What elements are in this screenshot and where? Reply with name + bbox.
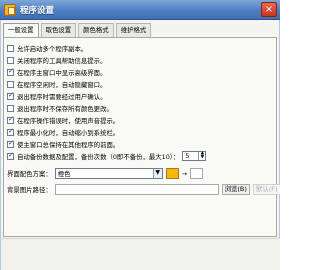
chevron-down-icon[interactable]: ▼ — [152, 169, 162, 178]
checkbox-icon[interactable] — [7, 104, 14, 112]
option-label: 允许启动多个程序副本。 — [17, 44, 88, 53]
default-button[interactable]: 默认(F) — [252, 184, 280, 195]
option-label: 程序最小化时，自动缩小到系统栏。 — [17, 128, 120, 137]
stepper-arrows-icon[interactable]: ▲ ▼ — [198, 151, 205, 160]
option-label: 在程序空闲时，自动隐藏窗口。 — [17, 80, 107, 89]
color-scheme-value: 橙色 — [57, 170, 71, 178]
checkbox-checked-icon[interactable] — [7, 91, 14, 100]
option-label: 关闭程序的工具帮助信息提示。 — [17, 56, 107, 65]
checkbox-icon[interactable] — [7, 56, 14, 64]
backup-count-value: 5 — [185, 152, 190, 160]
background-image-path-input[interactable] — [54, 184, 219, 195]
checkbox-checked-icon[interactable] — [7, 127, 14, 136]
option-advanced-ui[interactable]: 在程序主窗口中显示高级界面。 — [7, 67, 106, 77]
option-always-on-top[interactable]: 使主窗口总保持在其他程序的前面。 — [7, 139, 119, 149]
option-minimize-to-tray[interactable]: 程序最小化时，自动缩小到系统栏。 — [7, 127, 119, 137]
checkbox-checked-icon[interactable] — [7, 67, 14, 76]
arrow-right-icon: → — [181, 169, 188, 178]
title-bar: 程序设置 × — [0, 0, 280, 20]
option-label: 自动备份数据及配置，备份次数（0即不备份，最大10）： — [17, 152, 180, 161]
checkbox-checked-icon[interactable] — [7, 139, 14, 148]
color-scheme-select[interactable]: 橙色 ▼ — [54, 168, 163, 179]
settings-window: 程序设置 × 一般设置 取色设置 颜色格式 维护格式 允许启动多个程序副本。 关… — [0, 0, 280, 270]
option-label: 使主窗口总保持在其他程序的前面。 — [17, 140, 120, 149]
option-close-tooltips[interactable]: 关闭程序的工具帮助信息提示。 — [7, 55, 106, 65]
tab-general[interactable]: 一般设置 — [3, 23, 39, 38]
checkbox-checked-icon[interactable] — [7, 115, 14, 124]
option-allow-multiple-instances[interactable]: 允许启动多个程序副本。 — [7, 43, 87, 53]
background-image-label: 背景图片路径： — [7, 186, 52, 194]
general-settings-panel: 允许启动多个程序副本。 关闭程序的工具帮助信息提示。 在程序主窗口中显示高级界面… — [3, 37, 280, 237]
tab-color-format[interactable]: 颜色格式 — [78, 23, 114, 37]
option-label: 退出程序时需要经过用户确认。 — [17, 92, 107, 101]
option-label: 在程序主窗口中显示高级界面。 — [17, 68, 107, 77]
option-label: 在程序操作错误时，使用声音提示。 — [17, 116, 120, 125]
dialog-content: 一般设置 取色设置 颜色格式 维护格式 允许启动多个程序副本。 关闭程序的工具帮… — [0, 20, 280, 270]
checkbox-icon[interactable] — [7, 44, 14, 52]
option-label: 退出程序时不保存所有颜色更改。 — [17, 104, 113, 113]
window-title: 程序设置 — [20, 6, 55, 16]
option-confirm-exit[interactable]: 退出程序时需要经过用户确认。 — [7, 91, 106, 101]
checkbox-icon[interactable] — [7, 80, 14, 88]
preview-color-swatch[interactable] — [190, 168, 204, 179]
tab-maintenance-format[interactable]: 维护格式 — [115, 23, 152, 37]
spin-down-icon[interactable]: ▼ — [201, 155, 204, 160]
backup-count-stepper[interactable]: 5 ▲ ▼ — [182, 151, 207, 161]
close-button[interactable]: × — [261, 2, 277, 17]
color-scheme-label: 界面配色方案： — [7, 170, 52, 178]
color-scheme-row: 界面配色方案： 橙色 ▼ → — [7, 168, 204, 179]
option-discard-color-changes[interactable]: 退出程序时不保存所有颜色更改。 — [7, 103, 113, 113]
option-error-sound[interactable]: 在程序操作错误时，使用声音提示。 — [7, 115, 119, 125]
tab-strip: 一般设置 取色设置 颜色格式 维护格式 — [3, 23, 152, 38]
option-auto-backup[interactable]: 自动备份数据及配置，备份次数（0即不备份，最大10）： 5 ▲ ▼ — [7, 151, 207, 161]
background-image-row: 背景图片路径： 浏览(B) 默认(F) — [7, 184, 280, 195]
selected-color-swatch[interactable] — [165, 168, 179, 179]
settings-app-icon — [4, 4, 16, 16]
option-auto-hide[interactable]: 在程序空闲时，自动隐藏窗口。 — [7, 79, 106, 89]
checkbox-checked-icon[interactable] — [7, 151, 14, 160]
tab-color-picker[interactable]: 取色设置 — [40, 23, 77, 37]
browse-button[interactable]: 浏览(B) — [221, 184, 250, 195]
dialog-bottom-area — [1, 238, 280, 270]
